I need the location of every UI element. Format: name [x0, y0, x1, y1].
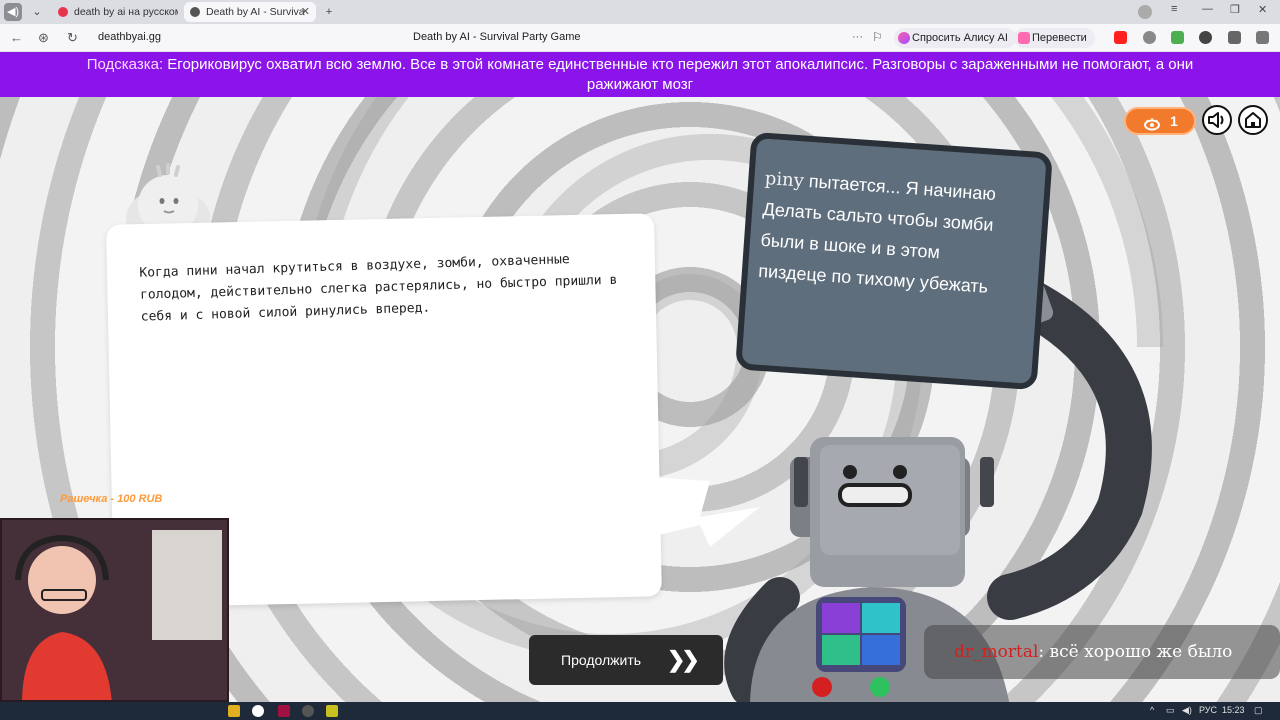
- volume-icon[interactable]: ◀): [1182, 705, 1192, 716]
- hint-label: Подсказка:: [86, 56, 164, 73]
- chat-separator: :: [1038, 642, 1045, 662]
- media-icon[interactable]: [1199, 31, 1212, 44]
- tab-inactive[interactable]: death by ai на русском —: [52, 2, 178, 22]
- translate-icon: [1018, 32, 1030, 44]
- collections-icon[interactable]: [1228, 31, 1241, 44]
- screen-username: piny: [764, 167, 805, 192]
- reload-icon[interactable]: ↻: [67, 30, 78, 46]
- tab-label: death by ai на русском —: [74, 6, 178, 18]
- profile-avatar[interactable]: [1138, 5, 1152, 19]
- chat-text: всё хорошо же было: [1049, 642, 1233, 662]
- ask-alice-label: Спросить Алису AI: [912, 32, 1008, 44]
- bookmark-icon[interactable]: ⚐: [872, 30, 883, 44]
- taskbar: ^ ▭ ◀) РУС 15:23 ▢: [0, 702, 1280, 720]
- extension-icon[interactable]: [1171, 31, 1184, 44]
- app-icon[interactable]: [302, 705, 314, 717]
- alice-icon: [898, 32, 910, 44]
- ask-alice-button[interactable]: Спросить Алису AI: [894, 28, 1016, 48]
- address-bar: ← ⊛ ↻ deathbyai.gg Death by AI - Surviva…: [0, 24, 1280, 52]
- donation-alert: Рашечка - 100 RUB: [60, 493, 163, 505]
- game-area: 1 Когда пини начал крутиться в воздухе, …: [0, 97, 1280, 702]
- chat-username: dr_mortal: [954, 642, 1039, 662]
- sound-icon[interactable]: ◀): [4, 3, 22, 21]
- page-title: Death by AI - Survival Party Game: [413, 31, 581, 43]
- new-tab-button[interactable]: +: [320, 3, 338, 21]
- translate-label: Перевести: [1032, 32, 1087, 44]
- shield-icon[interactable]: ⊛: [38, 30, 49, 46]
- hint-text: Егориковирус охватил всю землю. Все в эт…: [167, 56, 1194, 93]
- language-indicator[interactable]: РУС: [1199, 705, 1217, 715]
- menu-icon[interactable]: ≡: [1171, 3, 1177, 15]
- extension-icon[interactable]: [1143, 31, 1156, 44]
- speaker-icon: [1208, 112, 1224, 128]
- downloads-icon[interactable]: [1256, 31, 1269, 44]
- streamer-webcam: [0, 518, 229, 702]
- yandex-favicon-icon: [58, 7, 68, 17]
- browser-tab-bar: ◀) ⌄ death by ai на русском — Death by A…: [0, 0, 1280, 24]
- minimize-icon[interactable]: —: [1202, 3, 1213, 15]
- yandex-browser-icon[interactable]: [252, 705, 264, 717]
- webcam-feed-image: [2, 520, 227, 700]
- home-icon: [1245, 112, 1261, 128]
- continue-label: Продолжить: [561, 652, 642, 668]
- folder-icon[interactable]: [228, 705, 240, 717]
- restore-icon[interactable]: ❐: [1230, 3, 1240, 16]
- close-tab-icon[interactable]: ✕: [301, 2, 310, 22]
- hint-bar: Подсказка: Егориковирус охватил всю земл…: [0, 52, 1280, 97]
- continue-button[interactable]: Продолжить ❯❯: [529, 635, 723, 685]
- notifications-icon[interactable]: ▢: [1254, 705, 1263, 716]
- obs-icon[interactable]: [326, 705, 338, 717]
- robot-screen-text: piny пытается... Я начинаю Делать сальто…: [757, 163, 1015, 304]
- home-button[interactable]: [1238, 105, 1268, 135]
- tab-active[interactable]: Death by AI - Surviva ✕: [184, 2, 316, 22]
- page-favicon-icon: [190, 7, 200, 17]
- chevron-down-icon[interactable]: ⌄: [28, 3, 46, 21]
- back-icon[interactable]: ←: [10, 30, 23, 45]
- chat-message: dr_mortal: всё хорошо же было: [924, 625, 1280, 679]
- network-icon[interactable]: ▭: [1166, 705, 1175, 716]
- tray-chevron-icon[interactable]: ^: [1150, 705, 1154, 715]
- sound-button[interactable]: [1202, 105, 1232, 135]
- more-icon[interactable]: ···: [852, 31, 863, 43]
- clock[interactable]: 15:23: [1222, 705, 1245, 715]
- tab-label: Death by AI - Surviva: [206, 6, 305, 18]
- close-window-icon[interactable]: ✕: [1258, 3, 1267, 16]
- translate-button[interactable]: Перевести: [1014, 28, 1095, 48]
- url-field[interactable]: deathbyai.gg: [98, 31, 161, 43]
- app-icon[interactable]: [278, 705, 290, 717]
- youtube-extension-icon[interactable]: [1114, 31, 1127, 44]
- double-chevron-right-icon: ❯❯: [667, 647, 700, 672]
